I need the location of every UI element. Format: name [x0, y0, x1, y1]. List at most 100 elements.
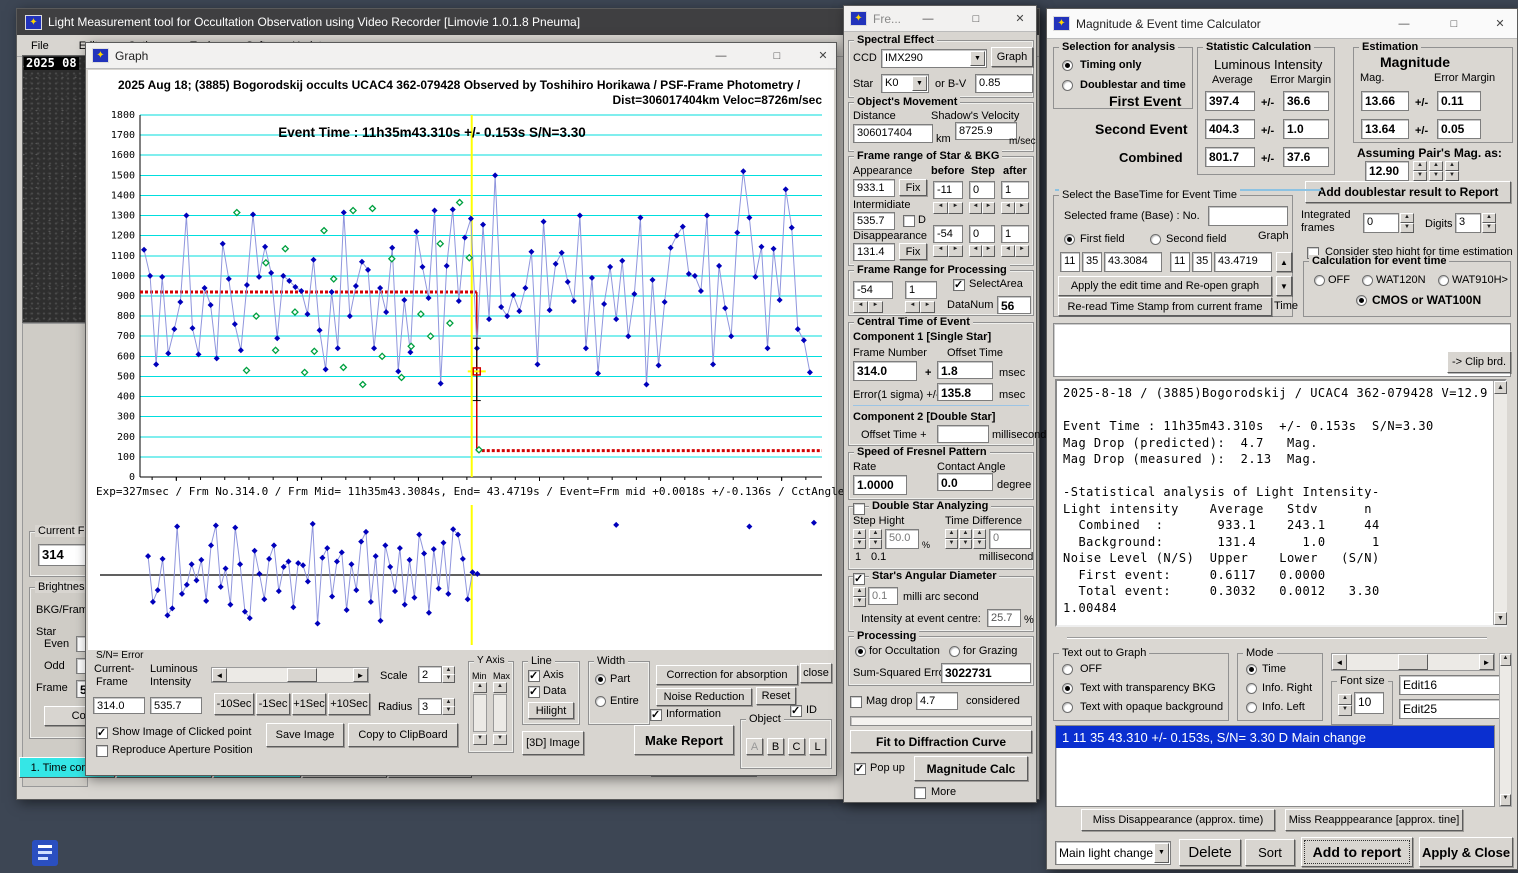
scroll-left-icon[interactable]: ◄ [212, 668, 227, 682]
radius-spin-down-icon[interactable]: ▼ [442, 706, 455, 715]
sh2-down-icon[interactable]: ▼ [869, 539, 882, 549]
current-frame-field[interactable]: 314.0 [93, 697, 145, 714]
scale-field[interactable]: 2 [418, 666, 442, 683]
integ-down-icon[interactable]: ▼ [1400, 223, 1414, 233]
add-to-report-button[interactable]: Add to report [1301, 837, 1413, 867]
rate-field[interactable]: 1.0000 [853, 475, 907, 495]
td3-down-icon[interactable]: ▼ [973, 539, 986, 549]
reset-button[interactable]: Reset [756, 687, 796, 705]
fre-maximize-icon[interactable]: □ [964, 11, 988, 28]
for-occultation-radio[interactable] [855, 646, 866, 657]
step2-right-icon[interactable]: ► [982, 245, 995, 257]
plus-1sec-button[interactable]: +1Sec [292, 693, 326, 715]
mode-time-radio[interactable] [1246, 664, 1257, 675]
ymax-track[interactable] [493, 694, 507, 732]
make-report-button[interactable]: Make Report [634, 725, 734, 755]
mag2-err-field[interactable]: 0.05 [1437, 119, 1481, 139]
offset-time-field[interactable]: 1.8 [937, 361, 993, 379]
td2-down-icon[interactable]: ▼ [959, 539, 972, 549]
time-down-icon[interactable]: ▼ [1276, 276, 1292, 296]
select-area-checkbox[interactable] [953, 278, 965, 291]
cmos-radio[interactable] [1356, 295, 1367, 306]
ymin-up-icon[interactable]: ▲ [473, 682, 487, 693]
report-scroll-down-icon[interactable]: ▼ [1494, 612, 1507, 625]
add-doublestar-button[interactable]: Add doublestar result to Report [1305, 181, 1511, 203]
disappearance-fix-button[interactable]: Fix [899, 243, 927, 260]
sh2-up-icon[interactable]: ▲ [869, 529, 882, 539]
minus-10sec-button[interactable]: -10Sec [214, 693, 254, 715]
proc1-left-icon[interactable]: ◄ [853, 301, 868, 313]
fit-diffraction-button[interactable]: Fit to Diffraction Curve [850, 730, 1032, 753]
mag2-field[interactable]: 13.64 [1361, 119, 1409, 139]
reread-timestamp-button[interactable]: Re-read Time Stamp from current frame [1058, 297, 1272, 316]
as2-down-icon[interactable]: ▼ [1429, 171, 1443, 181]
main-light-dropdown-icon[interactable]: ▼ [1154, 843, 1169, 863]
magnitude-calc-button[interactable]: Magnitude Calc [914, 756, 1028, 781]
textout-transp-radio[interactable] [1062, 683, 1073, 694]
font-size-field[interactable]: 10 [1354, 692, 1384, 714]
right-scroll-up-icon[interactable]: ▲ [1500, 654, 1511, 666]
ymin-down-icon[interactable]: ▼ [473, 734, 487, 745]
td3-up-icon[interactable]: ▲ [973, 529, 986, 539]
doublestar-time-radio[interactable] [1062, 80, 1073, 91]
datanum-field[interactable]: 56 [997, 296, 1031, 314]
mag1-err-field[interactable]: 0.11 [1437, 91, 1481, 111]
apply-edit-time-button[interactable]: Apply the edit time and Re-open graph [1058, 276, 1272, 296]
disappearance-field[interactable]: 131.4 [853, 243, 895, 261]
ymin-track[interactable] [473, 694, 487, 732]
light-curve-chart[interactable]: 0 100 200 300 400 500 600 700 800 900 1000 1100 1200… [92, 109, 832, 481]
digits-field[interactable]: 3 [1455, 213, 1481, 233]
scroll-right-icon[interactable]: ► [353, 668, 368, 682]
t1-hour-field[interactable]: 11 [1060, 252, 1080, 272]
report-vscroll[interactable]: ▲ ▼ [1493, 381, 1507, 625]
after-field[interactable]: 1 [1001, 181, 1029, 199]
after2-right-icon[interactable]: ► [1015, 245, 1029, 257]
before-field[interactable]: -11 [933, 181, 963, 199]
3d-image-button[interactable]: [3D] Image [522, 731, 584, 755]
after2-left-icon[interactable]: ◄ [1001, 245, 1015, 257]
graph-minimize-icon[interactable]: — [706, 48, 736, 65]
appearance-field[interactable]: 933.1 [853, 179, 895, 197]
scale-spin-down-icon[interactable]: ▼ [442, 674, 455, 683]
sort-button[interactable]: Sort [1245, 839, 1295, 866]
ang-down-icon[interactable]: ▼ [853, 597, 866, 607]
star-dropdown-icon[interactable]: ▼ [912, 76, 927, 91]
timing-only-radio[interactable] [1062, 60, 1073, 71]
second-field-radio[interactable] [1150, 234, 1161, 245]
step-field[interactable]: 0 [969, 181, 995, 199]
copy-clipboard-button[interactable]: Copy to ClipBoard [348, 723, 458, 747]
selected-frame-field[interactable] [1208, 206, 1288, 226]
intermidiate-field[interactable]: 535.7 [853, 212, 895, 230]
wat910h-radio[interactable] [1438, 275, 1449, 286]
miss-disappearance-button[interactable]: Miss Disappearance (approx. time) [1081, 809, 1275, 831]
frame-number-field[interactable]: 314.0 [853, 361, 917, 381]
angular-diameter-checkbox[interactable] [853, 572, 865, 585]
popup-checkbox[interactable] [854, 762, 866, 775]
step-left-icon[interactable]: ◄ [969, 202, 982, 214]
line-axis-checkbox[interactable] [528, 669, 540, 682]
object-a-button[interactable]: A [746, 738, 763, 755]
step2-field[interactable]: 0 [969, 225, 995, 243]
ang-up-icon[interactable]: ▲ [853, 587, 866, 597]
taskbar-document-icon[interactable] [32, 840, 58, 866]
mag1-field[interactable]: 13.66 [1361, 91, 1409, 111]
width-part-radio[interactable] [595, 674, 606, 685]
ymax-down-icon[interactable]: ▼ [493, 734, 507, 745]
step-hight-field[interactable]: 50.0 [885, 529, 919, 549]
sse-field[interactable]: 3022731 [941, 663, 1031, 683]
before2-field[interactable]: -54 [933, 225, 963, 243]
before2-left-icon[interactable]: ◄ [933, 245, 948, 257]
fre-minimize-icon[interactable]: — [916, 11, 940, 28]
as1-up-icon[interactable]: ▲ [1413, 161, 1427, 171]
assuming-field[interactable]: 12.90 [1365, 161, 1409, 181]
gpos-right-icon[interactable]: ► [1479, 654, 1494, 670]
sh1-down-icon[interactable]: ▼ [853, 539, 866, 549]
second-event-err-field[interactable]: 1.0 [1283, 119, 1329, 139]
apply-close-button[interactable]: Apply & Close [1419, 837, 1513, 867]
graph-maximize-icon[interactable]: □ [762, 48, 792, 65]
d-checkbox[interactable] [903, 215, 915, 227]
textout-opaque-radio[interactable] [1062, 702, 1073, 713]
td1-up-icon[interactable]: ▲ [945, 529, 958, 539]
before-right-icon[interactable]: ► [948, 202, 963, 214]
ccd-dropdown-icon[interactable]: ▼ [970, 51, 985, 66]
